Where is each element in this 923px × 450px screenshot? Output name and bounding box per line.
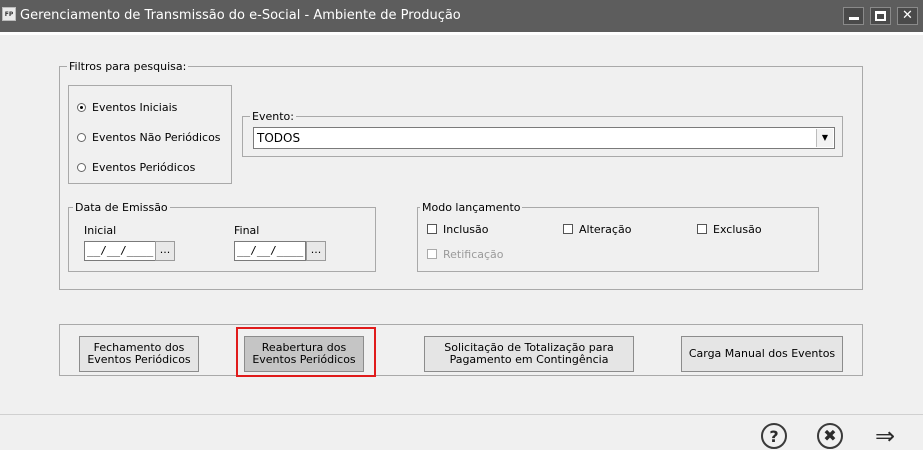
radio-label: Eventos Periódicos (92, 160, 196, 174)
maximize-button[interactable] (870, 7, 891, 25)
checkbox-label: Alteração (579, 222, 632, 236)
maximize-icon (875, 11, 886, 21)
minimize-icon (849, 17, 859, 20)
radio-label: Eventos Iniciais (92, 100, 178, 114)
arrow-right-icon[interactable]: ⇒ (875, 424, 895, 448)
date-emission-group (68, 207, 376, 272)
close-window-button[interactable]: ✕ (897, 7, 918, 25)
date-final-label: Final (234, 224, 260, 237)
checkbox-label: Exclusão (713, 222, 762, 236)
close-icon: ✕ (902, 8, 913, 23)
help-icon[interactable]: ? (761, 423, 787, 449)
filters-group-title: Filtros para pesquisa: (67, 60, 189, 73)
app-icon: FP (2, 7, 16, 21)
fechamento-button[interactable]: Fechamento dos Eventos Periódicos (79, 336, 199, 372)
evento-select[interactable]: TODOS ▼ (253, 127, 835, 149)
checkbox-label: Inclusão (443, 222, 489, 236)
date-final-input[interactable]: __/__/____ (234, 241, 306, 261)
evento-label: Evento: (250, 110, 296, 123)
title-bar: FP Gerenciamento de Transmissão do e-Soc… (0, 0, 923, 32)
radio-selected-icon[interactable] (77, 102, 86, 112)
close-circle-icon[interactable]: ✖ (817, 423, 843, 449)
modo-lancamento-title: Modo lançamento (420, 201, 523, 214)
radio-eventos-periodicos[interactable]: Eventos Periódicos (77, 160, 195, 174)
window-title: Gerenciamento de Transmissão do e-Social… (20, 8, 461, 23)
chevron-down-icon[interactable]: ▼ (816, 129, 833, 147)
checkbox-icon (427, 249, 437, 259)
checkbox-retificacao: Retificação (427, 247, 504, 261)
date-initial-input[interactable]: __/__/____ (84, 241, 156, 261)
modo-lancamento-group (417, 207, 819, 272)
evento-select-value: TODOS (257, 131, 301, 145)
checkbox-icon[interactable] (697, 224, 707, 234)
date-initial-picker-button[interactable]: ... (155, 241, 175, 261)
checkbox-label: Retificação (443, 247, 504, 261)
radio-eventos-iniciais[interactable]: Eventos Iniciais (77, 100, 177, 114)
radio-icon[interactable] (77, 162, 86, 172)
title-divider (0, 32, 923, 35)
radio-icon[interactable] (77, 132, 86, 142)
checkbox-alteracao[interactable]: Alteração (563, 222, 631, 236)
minimize-button[interactable] (843, 7, 864, 25)
carga-manual-button[interactable]: Carga Manual dos Eventos (681, 336, 843, 372)
reabertura-highlight (236, 327, 376, 377)
date-initial-label: Inicial (84, 224, 117, 237)
solicitacao-button[interactable]: Solicitação de Totalização para Pagament… (424, 336, 634, 372)
checkbox-inclusao[interactable]: Inclusão (427, 222, 489, 236)
radio-label: Eventos Não Periódicos (92, 130, 221, 144)
date-emission-title: Data de Emissão (73, 201, 170, 214)
checkbox-icon[interactable] (427, 224, 437, 234)
date-final-picker-button[interactable]: ... (306, 241, 326, 261)
footer-divider (0, 414, 923, 415)
checkbox-exclusao[interactable]: Exclusão (697, 222, 762, 236)
checkbox-icon[interactable] (563, 224, 573, 234)
radio-eventos-nao-periodicos[interactable]: Eventos Não Periódicos (77, 130, 221, 144)
